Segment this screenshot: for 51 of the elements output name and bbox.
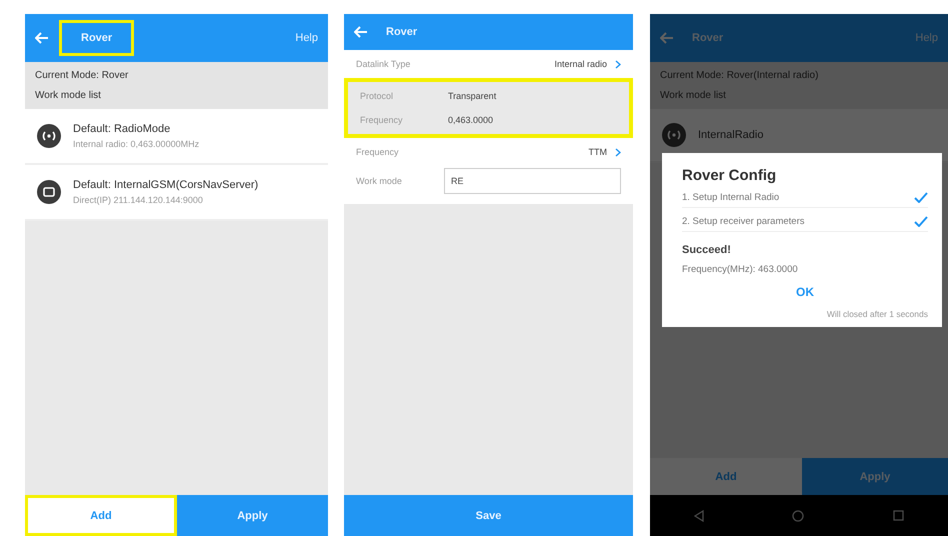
home-icon xyxy=(792,510,804,522)
action-button[interactable]: Add xyxy=(25,495,177,536)
help-link[interactable]: Help xyxy=(915,32,938,44)
back-icon xyxy=(660,32,674,44)
step-text: 1. Setup Internal Radio xyxy=(682,192,780,203)
setting-value: 0,463.0000 xyxy=(448,115,494,125)
info-text: Current Mode: Rover(Internal radio) xyxy=(660,70,820,81)
mode-title: Default: RadioMode xyxy=(73,123,172,135)
setting-row[interactable]: Datalink Type Internal radio xyxy=(344,52,633,76)
mode-detail: Direct(IP) 211.144.120.144:9000 xyxy=(73,195,204,205)
setting-label: Work mode xyxy=(356,176,403,186)
setting-label: Datalink Type xyxy=(356,59,412,69)
mode-title: InternalRadio xyxy=(698,129,764,141)
setting-value: Transparent xyxy=(448,91,496,101)
screen-title: Rover xyxy=(691,31,724,46)
ok-button[interactable]: OK xyxy=(790,283,820,301)
chevron-icon xyxy=(615,60,621,68)
square-icon xyxy=(892,510,904,521)
action-button[interactable]: Add xyxy=(650,458,802,495)
input-field[interactable]: RE xyxy=(444,168,621,194)
setting-label: Frequency xyxy=(360,115,404,125)
mode-title: Default: InternalGSM(CorsNavServer) xyxy=(73,179,258,191)
close-note: Will closed after 1 seconds xyxy=(826,309,928,319)
info-text: Work mode list xyxy=(35,90,102,101)
back-icon xyxy=(354,26,368,38)
info-text: Work mode list xyxy=(660,90,727,101)
mode-detail: Internal radio: 0,463.00000MHz xyxy=(73,139,200,149)
step-text: 2. Setup receiver parameters xyxy=(682,216,805,227)
result-text: Frequency(MHz): 463.0000 xyxy=(682,264,799,275)
status-text: Succeed! xyxy=(682,244,732,256)
action-button[interactable]: Apply xyxy=(177,495,328,536)
radio-icon xyxy=(662,123,686,147)
setting-label: Protocol xyxy=(360,91,394,101)
info-text: Current Mode: Rover xyxy=(35,70,130,81)
device-icon xyxy=(37,180,61,204)
help-link[interactable]: Help xyxy=(295,32,318,44)
chevron-icon xyxy=(615,148,621,156)
setting-value: Internal radio xyxy=(554,59,607,69)
back-icon xyxy=(694,510,704,522)
back-icon xyxy=(35,32,49,44)
dialog-title: Rover Config xyxy=(682,167,778,184)
mode-list-item[interactable]: Default: RadioMode Internal radio: 0,463.00000MHz xyxy=(25,109,328,165)
action-button[interactable]: Save xyxy=(344,495,633,536)
radio-icon xyxy=(37,124,61,148)
action-button[interactable]: Apply xyxy=(802,458,948,495)
setting-label: Frequency xyxy=(356,147,400,157)
setting-value: TTM xyxy=(588,147,607,157)
setting-row[interactable]: Frequency TTM xyxy=(344,140,633,164)
mode-list-item[interactable]: Default: InternalGSM(CorsNavServer) Direct(IP) 211.144.120.144:9000 xyxy=(25,165,328,221)
screen-title: Rover xyxy=(385,25,418,40)
screen-title: Rover xyxy=(59,20,134,56)
